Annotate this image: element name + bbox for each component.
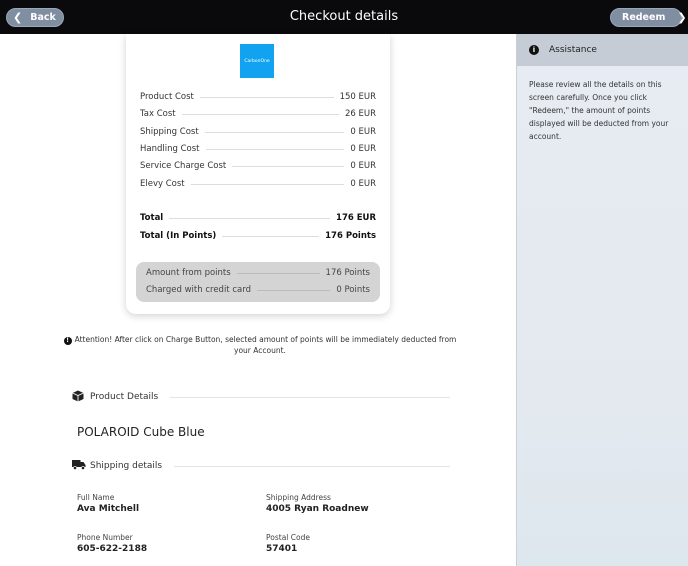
cost-label: Service Charge Cost bbox=[140, 161, 227, 171]
full-name-field: Full Name Ava Mitchell bbox=[77, 493, 139, 514]
main-content: CarbonOne Product Cost 150 EUR Tax Cost 26… bbox=[0, 34, 516, 566]
attention-text: Attention! After click on Charge Button,… bbox=[74, 335, 457, 355]
amount-from-points-row: Amount from points 176 Points bbox=[146, 267, 370, 279]
total-row: Total 176 EUR bbox=[140, 212, 376, 224]
cost-label: Tax Cost bbox=[140, 109, 176, 119]
cost-row-tax: Tax Cost 26 EUR bbox=[140, 108, 376, 120]
cost-value: 0 EUR bbox=[350, 127, 376, 137]
cost-label: Shipping Cost bbox=[140, 127, 199, 137]
product-name: POLAROID Cube Blue bbox=[77, 425, 205, 439]
info-icon: i bbox=[529, 45, 539, 55]
credit-card-label: Charged with credit card bbox=[146, 285, 251, 295]
shipping-address-field: Shipping Address 4005 Ryan Roadnew bbox=[266, 493, 369, 514]
shipping-details-title: Shipping details bbox=[90, 461, 163, 471]
product-details-title: Product Details bbox=[90, 392, 159, 402]
box-icon bbox=[72, 390, 86, 405]
payment-breakdown-box: Amount from points 176 Points Charged wit… bbox=[136, 262, 380, 302]
cost-value: 0 EUR bbox=[350, 179, 376, 189]
cost-summary-card: CarbonOne Product Cost 150 EUR Tax Cost 26… bbox=[126, 34, 390, 314]
truck-icon bbox=[72, 459, 86, 473]
cost-label: Elevy Cost bbox=[140, 179, 185, 189]
assistance-header: i Assistance bbox=[517, 34, 688, 66]
shipping-details-header: Shipping details bbox=[72, 460, 450, 472]
full-name-value: Ava Mitchell bbox=[77, 504, 140, 514]
assistance-text: Please review all the details on this sc… bbox=[529, 80, 669, 141]
cost-row-handling: Handling Cost 0 EUR bbox=[140, 143, 376, 155]
credit-card-row: Charged with credit card 0 Points bbox=[146, 284, 370, 296]
cost-value: 0 EUR bbox=[350, 144, 376, 154]
amount-from-points-value: 176 Points bbox=[325, 268, 370, 278]
merchant-logo: CarbonOne bbox=[240, 44, 274, 78]
phone-number-field: Phone Number 605-622-2188 bbox=[77, 533, 147, 554]
total-points-row: Total (In Points) 176 Points bbox=[140, 230, 376, 242]
assistance-panel: i Assistance Please review all the detai… bbox=[516, 34, 688, 566]
amount-from-points-label: Amount from points bbox=[146, 268, 231, 278]
cost-row-elevy: Elevy Cost 0 EUR bbox=[140, 178, 376, 190]
phone-number-label: Phone Number bbox=[77, 533, 133, 542]
shipping-address-value: 4005 Ryan Roadnew bbox=[266, 504, 369, 514]
top-bar: ❮ Back Checkout details Redeem ❯ bbox=[0, 0, 688, 34]
cost-label: Handling Cost bbox=[140, 144, 200, 154]
cost-row-product: Product Cost 150 EUR bbox=[140, 91, 376, 103]
total-label: Total bbox=[140, 213, 164, 223]
page-title: Checkout details bbox=[289, 9, 399, 24]
cost-label: Product Cost bbox=[140, 92, 194, 102]
cost-row-shipping: Shipping Cost 0 EUR bbox=[140, 126, 376, 138]
total-points-label: Total (In Points) bbox=[140, 231, 217, 241]
postal-code-field: Postal Code 57401 bbox=[266, 533, 310, 554]
assistance-title: Assistance bbox=[549, 45, 597, 55]
cost-value: 26 EUR bbox=[344, 109, 376, 119]
cost-row-service-charge: Service Charge Cost 0 EUR bbox=[140, 160, 376, 172]
redeem-button[interactable]: Redeem ❯ bbox=[610, 8, 687, 27]
postal-code-value: 57401 bbox=[266, 544, 298, 554]
attention-notice: ! Attention! After click on Charge Button… bbox=[60, 334, 460, 356]
product-details-header: Product Details bbox=[72, 390, 450, 405]
total-points-value: 176 Points bbox=[325, 231, 376, 241]
cost-value: 0 EUR bbox=[350, 161, 376, 171]
full-name-label: Full Name bbox=[77, 493, 115, 502]
credit-card-value: 0 Points bbox=[336, 285, 370, 295]
redeem-button-label: Redeem bbox=[622, 12, 666, 23]
total-value: 176 EUR bbox=[336, 213, 376, 223]
chevron-right-icon: ❯ bbox=[677, 11, 687, 24]
logo-text: CarbonOne bbox=[244, 58, 270, 64]
info-icon: ! bbox=[63, 337, 72, 345]
postal-code-label: Postal Code bbox=[266, 533, 310, 542]
cost-value: 150 EUR bbox=[339, 92, 376, 102]
phone-number-value: 605-622-2188 bbox=[77, 544, 148, 554]
shipping-address-label: Shipping Address bbox=[266, 493, 331, 502]
